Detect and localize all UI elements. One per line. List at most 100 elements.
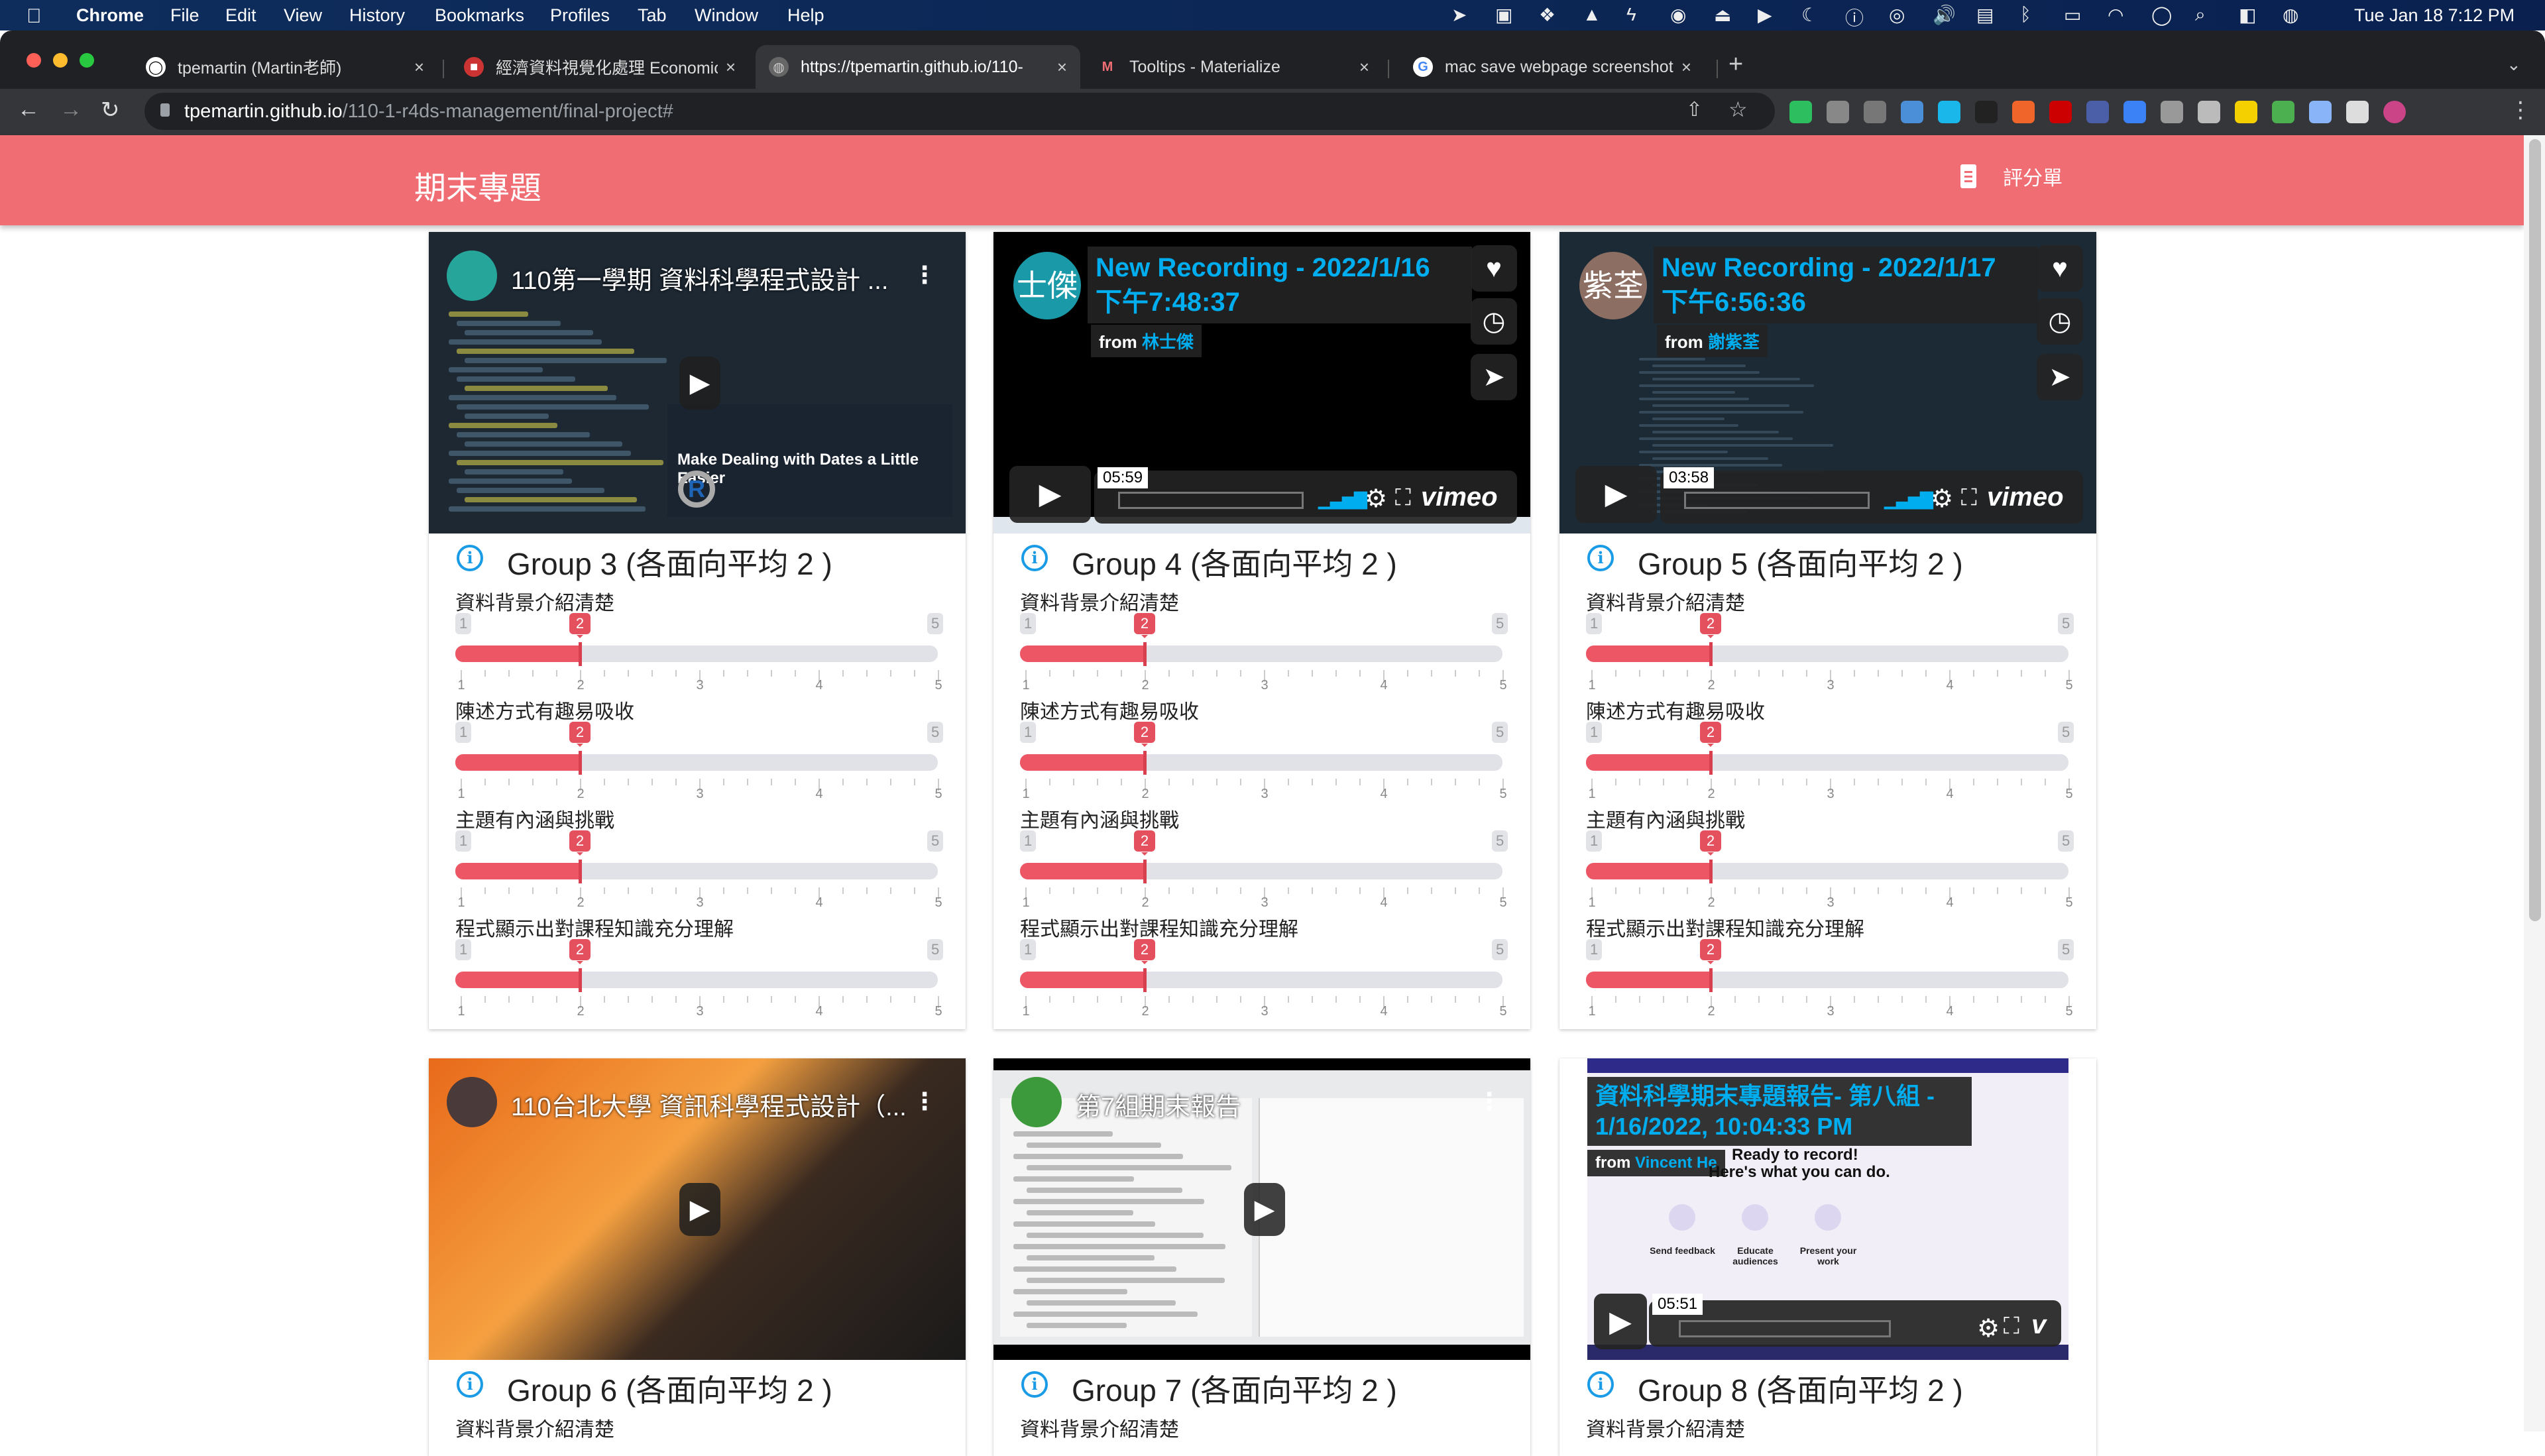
script-icon[interactable]: ϟ — [1626, 4, 1636, 25]
ext-gray-extension-icon[interactable] — [1827, 101, 1849, 123]
slider-handle[interactable] — [579, 860, 582, 883]
video-embed[interactable]: 紫荃 New Recording - 2022/1/17 下午6:56:36 from… — [1559, 232, 2096, 533]
volume-icon[interactable]: 🔊 — [1933, 4, 1956, 26]
hypothesis-extension-icon[interactable] — [1864, 101, 1886, 123]
channel-avatar[interactable] — [447, 1077, 497, 1127]
browser-tab[interactable]: M Tooltips - Materialize × — [1084, 45, 1383, 89]
menu-help[interactable]: Help — [787, 5, 824, 26]
scoresheet-nav-link[interactable]: 評分單 — [1960, 162, 2063, 191]
upload-icon[interactable]: ⏏ — [1714, 4, 1731, 26]
play-button[interactable]: ▶ — [1009, 466, 1091, 523]
slider-handle[interactable] — [1143, 751, 1147, 775]
slider-track[interactable] — [1020, 754, 1502, 771]
address-bar[interactable]: tpemartin.github.io/110-1-r4ds-managemen… — [144, 93, 1775, 130]
video-title[interactable]: 110台北大學 資訊科學程式設計（... — [511, 1086, 907, 1123]
send-icon[interactable]: ➤ — [1471, 354, 1517, 400]
video-embed[interactable]: 資料科學期末專題報告- 第八組 - 1/16/2022, 10:04:33 PM f… — [1559, 1058, 2096, 1360]
profile-extension-icon[interactable] — [2383, 101, 2406, 123]
flag-icon[interactable]: ▤ — [1976, 4, 1994, 26]
accessibility-icon[interactable]: ⓘ — [1845, 4, 1864, 30]
slider-track[interactable] — [1586, 754, 2068, 771]
ext-tree-extension-icon[interactable] — [2272, 101, 2294, 123]
progress-bar[interactable] — [1684, 492, 1870, 509]
play-icon[interactable]: ▶ — [1758, 4, 1772, 26]
apple-menu-icon[interactable]:  — [27, 5, 42, 28]
app-icon[interactable]: ◉ — [1670, 4, 1686, 26]
spotlight-icon[interactable]: ⌕ — [2195, 4, 2206, 26]
slider-track[interactable] — [1020, 863, 1502, 879]
menu-app-name[interactable]: Chrome — [76, 5, 144, 26]
more-options-icon[interactable]: ⋮ — [1477, 1088, 1501, 1115]
menu-history[interactable]: History — [349, 5, 405, 26]
slider-handle[interactable] — [1143, 968, 1147, 992]
progress-bar[interactable] — [1679, 1320, 1891, 1337]
video-title[interactable]: 110第一學期 資料科學程式設計 ... — [511, 260, 888, 296]
slider-track[interactable] — [1020, 972, 1502, 988]
slider-handle[interactable] — [1143, 860, 1147, 883]
volume-icon[interactable]: ▁▃▅▇ — [1884, 489, 1933, 510]
fullscreen-icon[interactable]: ⛶ — [1961, 485, 1977, 511]
more-options-icon[interactable]: ⋮ — [913, 261, 936, 289]
browser-tab[interactable]: ■ 經濟資料視覺化處理 Economic D × — [451, 45, 749, 89]
screen-icon[interactable]: ▣ — [1495, 4, 1512, 26]
video-title-box[interactable]: New Recording - 2022/1/16 下午7:48:37 — [1088, 247, 1472, 323]
dropbox-icon[interactable]: ❖ — [1539, 4, 1555, 26]
clock-icon[interactable]: ◷ — [2037, 298, 2083, 345]
heart-icon[interactable]: ♥ — [1471, 245, 1517, 292]
bluetooth-icon[interactable]: ᛒ — [2020, 4, 2031, 25]
airdrop-icon[interactable]: ◎ — [1889, 4, 1905, 26]
more-options-icon[interactable]: ⋮ — [913, 1088, 936, 1115]
menu-file[interactable]: File — [170, 5, 199, 26]
bookmark-star-icon[interactable]: ☆ — [1728, 97, 1748, 122]
close-window-button[interactable] — [27, 53, 41, 68]
wifi-icon[interactable]: ◠ — [2108, 4, 2123, 26]
vimeo-logo[interactable]: vimeo — [1987, 482, 2064, 512]
slider-handle[interactable] — [1709, 968, 1713, 992]
info-icon[interactable]: i — [457, 545, 483, 571]
slider-handle[interactable] — [1709, 642, 1713, 666]
video-embed[interactable]: Make Dealing with Dates a Little Easier R… — [429, 232, 966, 533]
menu-tab[interactable]: Tab — [638, 5, 667, 26]
browser-tab[interactable]: Gmac save webpage screenshot × — [1400, 45, 1705, 89]
video-title-box[interactable]: 資料科學期末專題報告- 第八組 - 1/16/2022, 10:04:33 PM — [1587, 1077, 1972, 1146]
info-icon[interactable]: i — [1021, 545, 1048, 571]
video-embed[interactable]: 第7組期末報告 ⋮ ▶ — [993, 1058, 1530, 1360]
channel-avatar[interactable] — [447, 251, 497, 301]
ext-magnifier-extension-icon[interactable] — [2309, 101, 2332, 123]
vimeo-logo[interactable]: vimeo — [1421, 482, 1498, 512]
tab-close-button[interactable]: × — [1057, 57, 1067, 78]
play-button[interactable]: ▶ — [1594, 1294, 1647, 1349]
drive-icon[interactable]: ▲ — [1583, 4, 1601, 25]
reload-button[interactable]: ↻ — [101, 97, 120, 123]
slider-handle[interactable] — [1143, 642, 1147, 666]
play-button[interactable]: ▶ — [679, 1183, 720, 1236]
fullscreen-icon[interactable]: ⛶ — [2004, 1314, 2019, 1339]
tab-close-button[interactable]: × — [1359, 57, 1369, 78]
tab-search-chevron-icon[interactable]: ⌄ — [2507, 54, 2521, 75]
play-button[interactable]: ▶ — [1244, 1183, 1285, 1236]
ext-apple-extension-icon[interactable] — [2198, 101, 2220, 123]
control-center-icon[interactable]: ◧ — [2239, 4, 2256, 26]
tab-close-button[interactable]: × — [1681, 57, 1691, 78]
send-icon[interactable]: ➤ — [2037, 354, 2083, 400]
tab-close-button[interactable]: × — [726, 57, 736, 78]
slider-handle[interactable] — [579, 642, 582, 666]
xml-extension-icon[interactable] — [2012, 101, 2035, 123]
play-button[interactable]: ▶ — [1575, 466, 1657, 523]
video-author[interactable]: from 謝紫荃 — [1657, 325, 1768, 357]
slider-track[interactable] — [1586, 863, 2068, 879]
ext-red-extension-icon[interactable] — [2049, 101, 2072, 123]
location-icon[interactable]: ➤ — [1451, 4, 1467, 26]
ext-m-extension-icon[interactable] — [2161, 101, 2183, 123]
chrome-menu-icon[interactable]: ⋮ — [2509, 97, 2532, 123]
info-icon[interactable]: i — [1021, 1371, 1048, 1398]
volume-icon[interactable]: ▁▃▅▇ — [1318, 489, 1367, 510]
new-tab-button[interactable]: + — [1728, 50, 1743, 79]
slider-track[interactable] — [455, 863, 938, 879]
slider-track[interactable] — [455, 645, 938, 662]
progress-bar[interactable] — [1118, 492, 1304, 509]
moon-icon[interactable]: ☾ — [1801, 4, 1818, 26]
minimize-window-button[interactable] — [53, 53, 68, 68]
slider-handle[interactable] — [1709, 860, 1713, 883]
siri-icon[interactable]: ◍ — [2283, 4, 2298, 26]
